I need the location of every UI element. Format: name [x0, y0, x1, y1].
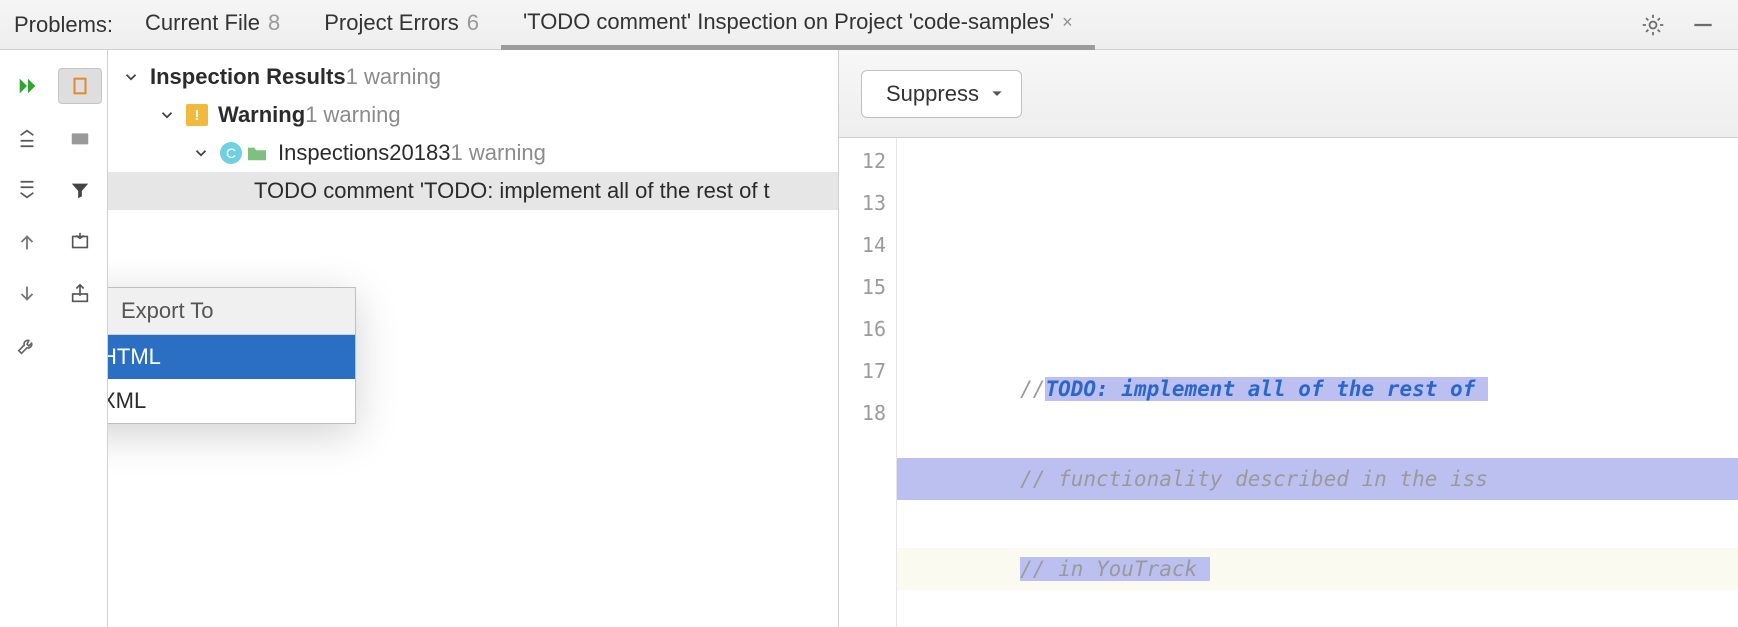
inspection-toolbar [0, 50, 108, 627]
class-icon: C [220, 142, 242, 164]
export-xml-item[interactable]: XML [108, 379, 355, 423]
file-label: Inspections20183 [278, 140, 450, 166]
folder-icon [246, 144, 268, 162]
rerun-icon[interactable] [5, 68, 49, 104]
chevron-down-icon [989, 86, 1005, 102]
highlight-icon[interactable] [58, 68, 102, 104]
prev-icon[interactable] [5, 224, 49, 260]
warning-icon [186, 104, 208, 126]
gear-icon[interactable] [1640, 12, 1666, 38]
tab-label: Project Errors [324, 10, 458, 36]
export-popup: Export To HTML XML [108, 287, 356, 424]
tab-inspection-results[interactable]: 'TODO comment' Inspection on Project 'co… [501, 0, 1095, 50]
package-icon[interactable] [58, 120, 102, 156]
show-in-frame-icon[interactable] [58, 224, 102, 260]
issue-text: TODO comment 'TODO: implement all of the… [254, 178, 770, 204]
suppress-bar: Suppress [839, 50, 1738, 138]
close-icon[interactable]: × [1062, 12, 1073, 33]
expand-all-icon[interactable] [5, 120, 49, 156]
chevron-down-icon[interactable] [192, 144, 210, 162]
suppress-button[interactable]: Suppress [861, 70, 1022, 118]
problems-label: Problems: [0, 12, 123, 38]
next-icon[interactable] [5, 276, 49, 312]
code-body: //TODO: implement all of the rest of // … [897, 138, 1738, 627]
chevron-down-icon[interactable] [158, 106, 176, 124]
warning-count: 1 warning [305, 102, 400, 128]
tree-file-node[interactable]: C Inspections20183 1 warning [108, 134, 838, 172]
code-editor[interactable]: 12 13 14 15 16 17 18 //TODO: implement a… [839, 138, 1738, 627]
popup-title: Export To [108, 288, 355, 334]
warning-label: Warning [218, 102, 305, 128]
suppress-label: Suppress [886, 81, 979, 107]
tree-root-label: Inspection Results [150, 64, 346, 90]
tree-root-count: 1 warning [346, 64, 441, 90]
filter-icon[interactable] [58, 172, 102, 208]
tree-root[interactable]: Inspection Results 1 warning [108, 58, 838, 96]
tab-current-file[interactable]: Current File 8 [123, 0, 302, 50]
wrench-icon[interactable] [5, 328, 49, 364]
tree-warning-node[interactable]: Warning 1 warning [108, 96, 838, 134]
export-html-item[interactable]: HTML [108, 335, 355, 379]
code-preview-panel: Suppress 12 13 14 15 16 17 18 //TODO: im… [838, 50, 1738, 627]
problems-toolbar: Problems: Current File 8 Project Errors … [0, 0, 1738, 50]
inspection-tree: Inspection Results 1 warning Warning 1 w… [108, 50, 838, 627]
minimize-icon[interactable] [1690, 12, 1716, 38]
export-icon[interactable] [58, 276, 102, 312]
tree-issue-item[interactable]: TODO comment 'TODO: implement all of the… [108, 172, 838, 210]
tab-project-errors[interactable]: Project Errors 6 [302, 0, 501, 50]
gutter: 12 13 14 15 16 17 18 [839, 138, 897, 627]
tab-count: 6 [467, 10, 479, 36]
tab-label: Current File [145, 10, 260, 36]
tab-label: 'TODO comment' Inspection on Project 'co… [523, 9, 1054, 35]
collapse-all-icon[interactable] [5, 172, 49, 208]
chevron-down-icon[interactable] [122, 68, 140, 86]
tab-count: 8 [268, 10, 280, 36]
file-count: 1 warning [450, 140, 545, 166]
